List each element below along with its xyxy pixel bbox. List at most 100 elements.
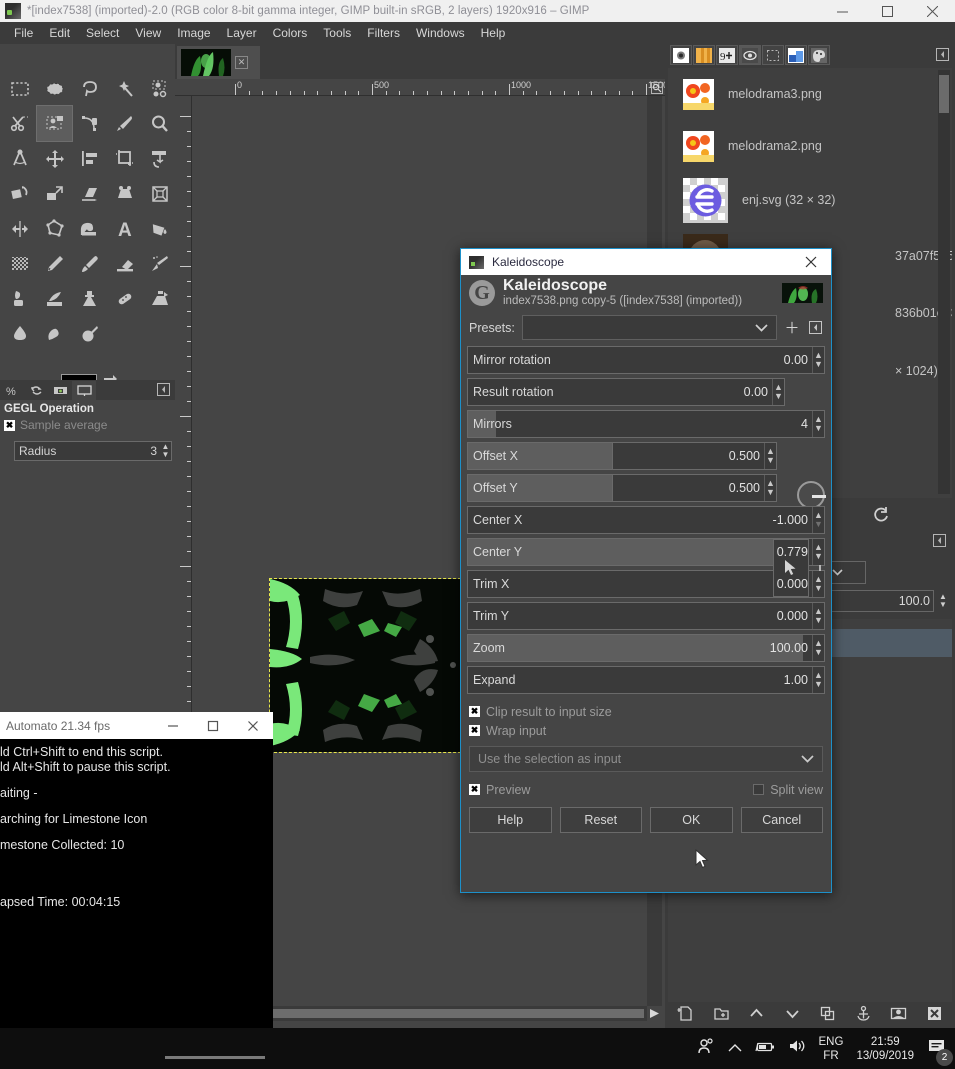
- add-preset-button[interactable]: ＋: [784, 319, 800, 337]
- tool-heal-icon[interactable]: [107, 281, 142, 316]
- dock-tab-patterns[interactable]: [693, 45, 715, 65]
- rotation-dial[interactable]: [797, 481, 825, 509]
- param-value-offset-y[interactable]: 0.500: [613, 481, 764, 495]
- preset-menu-button[interactable]: [807, 319, 823, 337]
- param-row-zoom[interactable]: Zoom100.00▲▼: [467, 634, 825, 662]
- volume-icon[interactable]: [788, 1038, 806, 1059]
- param-row-mirror-rotation[interactable]: Mirror rotation0.00▲▼: [467, 346, 825, 374]
- param-row-center-x[interactable]: Center X-1.000▲▼: [467, 506, 825, 534]
- param-stepper-offset-x[interactable]: ▲▼: [764, 443, 776, 469]
- param-row-center-y[interactable]: Center Y0.779▲▼: [467, 538, 825, 566]
- radius-spinner[interactable]: Radius 3 ▲▼: [14, 441, 172, 461]
- param-stepper-zoom[interactable]: ▲▼: [812, 635, 824, 661]
- tool-blur-sharpen-icon[interactable]: [2, 316, 37, 351]
- lower-layer-icon[interactable]: [784, 1005, 801, 1027]
- list-item[interactable]: enj.svg (32 × 32): [668, 172, 952, 228]
- param-stepper-expand[interactable]: ▲▼: [812, 667, 824, 693]
- param-row-expand[interactable]: Expand1.00▲▼: [467, 666, 825, 694]
- param-value-offset-x[interactable]: 0.500: [613, 449, 764, 463]
- tool-fuzzy-select-icon[interactable]: [107, 71, 142, 106]
- tool-paintbrush-icon[interactable]: [72, 246, 107, 281]
- new-group-icon[interactable]: [713, 1005, 730, 1027]
- radius-stepper[interactable]: ▲▼: [160, 443, 171, 459]
- tool-mypaint-brush-icon[interactable]: [37, 281, 72, 316]
- maximize-button[interactable]: [865, 0, 910, 22]
- param-stepper-offset-y[interactable]: ▲▼: [764, 475, 776, 501]
- tool-scale-icon[interactable]: [37, 176, 72, 211]
- param-stepper-result-rotation[interactable]: ▲▼: [772, 379, 784, 405]
- tool-pencil-icon[interactable]: [37, 246, 72, 281]
- param-stepper-trim-x[interactable]: ▲▼: [812, 571, 824, 597]
- tool-text-icon[interactable]: A: [107, 211, 142, 246]
- selection-input-combobox[interactable]: Use the selection as input: [469, 746, 823, 772]
- minimize-button[interactable]: [820, 0, 865, 22]
- tool-alignment-icon[interactable]: [72, 141, 107, 176]
- wrap-input-row[interactable]: ✖ Wrap input: [469, 721, 823, 740]
- anchor-layer-icon[interactable]: [855, 1005, 872, 1027]
- refresh-icon[interactable]: [872, 505, 890, 528]
- device-status-tab[interactable]: [48, 381, 72, 400]
- tool-color-picker-icon[interactable]: [107, 106, 142, 141]
- tool-smudge-icon[interactable]: [37, 316, 72, 351]
- sample-average-checkbox-row[interactable]: ✖ Sample average: [0, 417, 175, 433]
- menu-edit[interactable]: Edit: [41, 24, 78, 42]
- tool-zoom-icon[interactable]: [142, 106, 177, 141]
- tool-airbrush-icon[interactable]: [142, 246, 177, 281]
- split-view-checkbox[interactable]: [753, 784, 764, 795]
- tool-ink-icon[interactable]: [2, 281, 37, 316]
- param-row-offset-x[interactable]: Offset X0.500▲▼: [467, 442, 777, 470]
- menu-layer[interactable]: Layer: [219, 24, 265, 42]
- tool-measure-icon[interactable]: [2, 141, 37, 176]
- tool-rect-select-icon[interactable]: [2, 71, 37, 106]
- layers-menu-icon[interactable]: [933, 534, 952, 552]
- tool-perspective-icon[interactable]: [107, 176, 142, 211]
- tool-eraser-icon[interactable]: [107, 246, 142, 281]
- tool-warp-transform-icon[interactable]: [72, 211, 107, 246]
- param-stepper-mirror-rotation[interactable]: ▲▼: [812, 347, 824, 373]
- dock-tab-fonts[interactable]: 9: [716, 45, 738, 65]
- opacity-field[interactable]: 100.0: [814, 590, 934, 612]
- language-indicator[interactable]: ENG FR: [819, 1035, 844, 1063]
- image-tab[interactable]: ✕: [177, 46, 260, 79]
- param-row-trim-x[interactable]: Trim X0.000▲▼: [467, 570, 825, 598]
- clip-result-row[interactable]: ✖ Clip result to input size: [469, 702, 823, 721]
- delete-layer-icon[interactable]: [926, 1005, 943, 1027]
- param-stepper-mirrors[interactable]: ▲▼: [812, 411, 824, 437]
- document-scroll-thumb[interactable]: [939, 75, 949, 113]
- tool-move-icon[interactable]: [37, 141, 72, 176]
- dialog-close-button[interactable]: [791, 249, 831, 275]
- tool-clone-icon[interactable]: [72, 281, 107, 316]
- image-canvas[interactable]: [270, 579, 475, 752]
- opacity-stepper[interactable]: ▲▼: [937, 591, 949, 611]
- preview-checkbox-row[interactable]: ✖ Preview: [469, 780, 530, 799]
- document-list-scrollbar[interactable]: [938, 70, 950, 494]
- dock-tab-document-history[interactable]: [739, 45, 761, 65]
- automato-minimize-button[interactable]: [153, 712, 193, 739]
- menu-filters[interactable]: Filters: [359, 24, 408, 42]
- tool-gradient-icon[interactable]: [2, 246, 37, 281]
- param-row-mirrors[interactable]: Mirrors4▲▼: [467, 410, 825, 438]
- menu-view[interactable]: View: [127, 24, 169, 42]
- clock[interactable]: 21:59 13/09/2019: [856, 1035, 914, 1063]
- duplicate-layer-icon[interactable]: [819, 1005, 836, 1027]
- close-button[interactable]: [910, 0, 955, 22]
- ruler-zoom-icon[interactable]: [649, 80, 664, 95]
- param-stepper-center-y[interactable]: ▲▼: [812, 539, 824, 565]
- battery-icon[interactable]: [755, 1040, 775, 1058]
- menu-file[interactable]: File: [6, 24, 41, 42]
- mask-layer-icon[interactable]: [890, 1005, 907, 1027]
- tool-free-select-icon[interactable]: [72, 71, 107, 106]
- tool-options-tab-active[interactable]: [72, 381, 96, 400]
- tool-select-by-color-icon[interactable]: [142, 71, 177, 106]
- menu-image[interactable]: Image: [169, 24, 218, 42]
- reset-button[interactable]: Reset: [560, 807, 643, 833]
- list-item[interactable]: melodrama2.png: [668, 120, 952, 172]
- tool-foreground-select-icon[interactable]: [37, 106, 72, 141]
- clip-result-checkbox[interactable]: ✖: [469, 706, 480, 717]
- param-stepper-center-x[interactable]: ▲▼: [812, 507, 824, 533]
- tool-scissors-select-icon[interactable]: [2, 106, 37, 141]
- tool-crop-icon[interactable]: [107, 141, 142, 176]
- help-button[interactable]: Help: [469, 807, 552, 833]
- cancel-button[interactable]: Cancel: [741, 807, 824, 833]
- param-row-trim-y[interactable]: Trim Y0.000▲▼: [467, 602, 825, 630]
